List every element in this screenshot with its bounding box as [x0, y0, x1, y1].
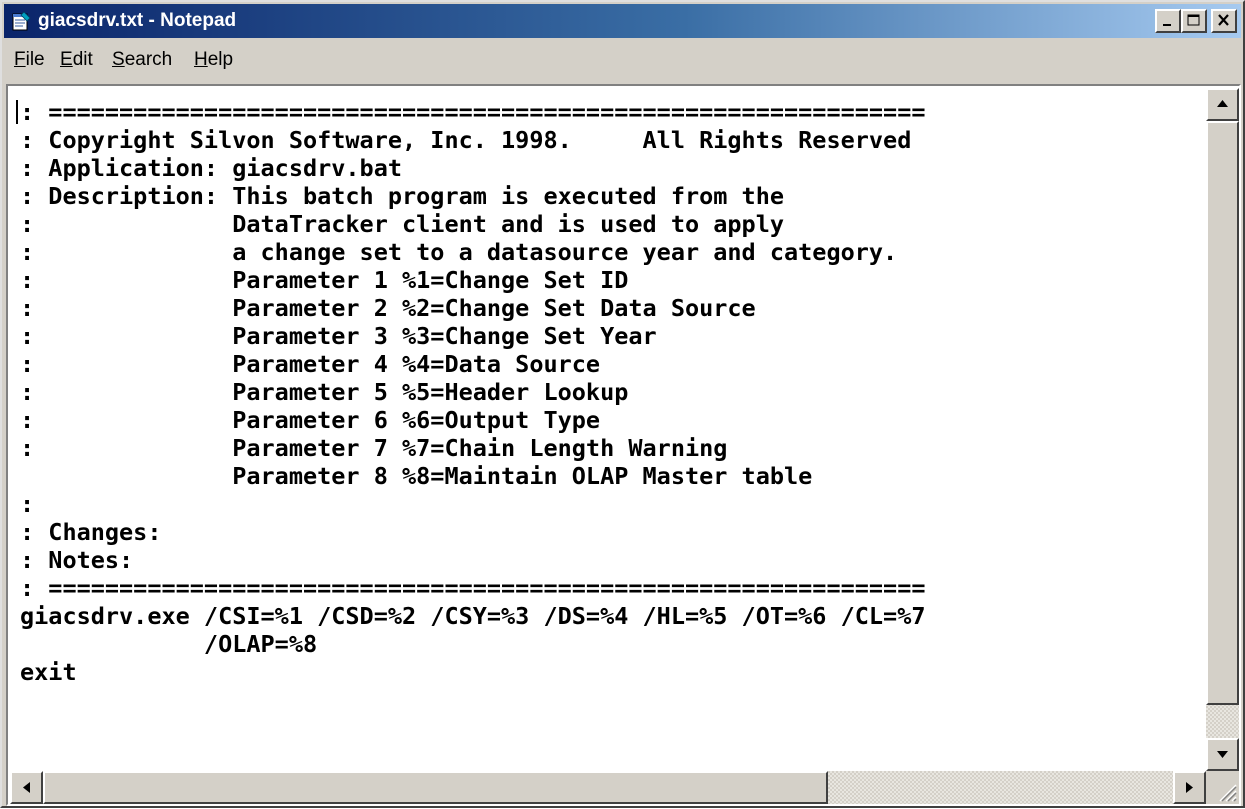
text-line: : Parameter 2 %2=Change Set Data Source: [20, 294, 756, 322]
menu-help[interactable]: Help: [194, 38, 233, 82]
text-line: /OLAP=%8: [20, 630, 318, 658]
minimize-button[interactable]: [1155, 9, 1181, 33]
text-line: : Parameter 7 %7=Chain Length Warning: [20, 434, 728, 462]
menu-edit-label: dit: [72, 49, 93, 70]
menu-help-accel: H: [194, 49, 208, 70]
maximize-icon: [1187, 14, 1200, 26]
arrow-left-icon: [23, 782, 30, 793]
window-title: giacsdrv.txt - Notepad: [38, 10, 237, 31]
scroll-up-button[interactable]: [1206, 88, 1239, 121]
text-line: exit: [20, 658, 77, 686]
menu-edit-accel: E: [60, 49, 73, 70]
text-line: : Notes:: [20, 546, 134, 574]
text-line: : Parameter 4 %4=Data Source: [20, 350, 601, 378]
arrow-up-icon: [1217, 100, 1228, 107]
text-line: :: [20, 490, 35, 518]
text-line: : Parameter 6 %6=Output Type: [20, 406, 601, 434]
text-line: : Parameter 1 %1=Change Set ID: [20, 266, 629, 294]
vertical-scrollbar[interactable]: [1206, 88, 1239, 771]
notepad-icon: [12, 11, 31, 31]
arrow-right-icon: [1186, 782, 1193, 793]
menu-edit[interactable]: Edit: [60, 38, 93, 82]
text-line: : ======================================…: [20, 98, 926, 126]
menu-search-accel: S: [112, 49, 125, 70]
text-line: : Changes:: [20, 518, 162, 546]
text-line: : Parameter 5 %5=Header Lookup: [20, 378, 629, 406]
menu-file[interactable]: File: [14, 38, 45, 82]
text-line: Parameter 8 %8=Maintain OLAP Master tabl…: [20, 462, 813, 490]
menu-file-label: ile: [25, 49, 45, 70]
scroll-right-button[interactable]: [1173, 771, 1206, 804]
size-grip-icon: [1219, 784, 1237, 802]
text-caret: [16, 100, 18, 124]
maximize-button[interactable]: [1181, 9, 1207, 33]
text-line: : Description: This batch program is exe…: [20, 182, 785, 210]
text-line: : Copyright Silvon Software, Inc. 1998. …: [20, 126, 912, 154]
menu-file-accel: F: [14, 49, 26, 70]
horizontal-scroll-thumb[interactable]: [43, 771, 828, 804]
close-icon: [1218, 14, 1229, 26]
horizontal-scrollbar[interactable]: [10, 771, 1206, 804]
menu-help-label: elp: [207, 49, 234, 70]
text-editor[interactable]: : ======================================…: [10, 88, 1206, 771]
text-line: : Parameter 3 %3=Change Set Year: [20, 322, 657, 350]
text-line: : a change set to a datasource year and …: [20, 238, 898, 266]
arrow-down-icon: [1217, 751, 1228, 758]
notepad-window: giacsdrv.txt - Notepad File Edit Search …: [0, 0, 1245, 808]
text-line: : Application: giacsdrv.bat: [20, 154, 403, 182]
scroll-left-button[interactable]: [10, 771, 43, 804]
scroll-down-button[interactable]: [1206, 738, 1239, 771]
editor-frame: : ======================================…: [6, 84, 1241, 806]
menu-search[interactable]: Search: [112, 38, 172, 82]
title-bar[interactable]: giacsdrv.txt - Notepad: [4, 4, 1241, 38]
vertical-scroll-thumb[interactable]: [1206, 121, 1239, 705]
menu-search-label: earch: [124, 49, 173, 70]
menu-bar: File Edit Search Help: [4, 38, 1241, 82]
minimize-icon: [1163, 24, 1171, 26]
size-grip[interactable]: [1206, 771, 1239, 804]
close-button[interactable]: [1211, 9, 1237, 33]
text-line: giacsdrv.exe /CSI=%1 /CSD=%2 /CSY=%3 /DS…: [20, 602, 926, 630]
text-line: : ======================================…: [20, 574, 926, 602]
text-line: : DataTracker client and is used to appl…: [20, 210, 785, 238]
